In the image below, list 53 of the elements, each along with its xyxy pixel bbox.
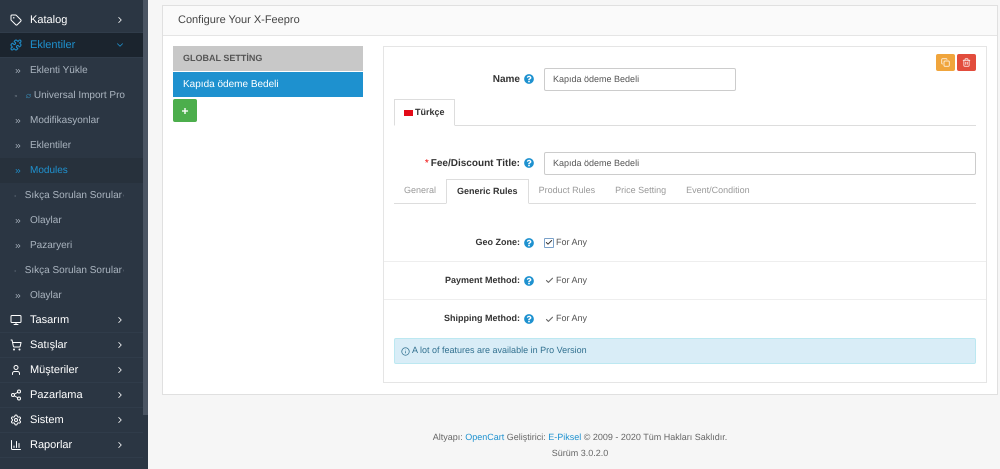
required-mark: * xyxy=(424,156,429,170)
flag-icon xyxy=(404,110,413,116)
help-icon xyxy=(524,314,534,324)
footer-link[interactable]: E-Piksel xyxy=(548,432,582,442)
language-tab[interactable]: Türkçe xyxy=(394,99,455,126)
tag-icon xyxy=(10,14,22,26)
menu-item[interactable]: Raporlar xyxy=(0,433,143,458)
puzzle-icon xyxy=(10,39,22,51)
menu-item[interactable]: Eklentiler xyxy=(0,33,143,58)
list-item[interactable]: Kapıda ödeme Bedeli xyxy=(173,72,363,97)
footer-text: Altyapı: OpenCart Geliştirici: E-Piksel © 2009 - 2020 Tüm Hakları Saklıdır. xyxy=(432,431,728,444)
help-icon xyxy=(524,158,534,168)
field-label: Fee/Discount Title: xyxy=(430,156,520,170)
field-label: Name xyxy=(492,72,520,86)
tab[interactable]: Generic Rules xyxy=(446,179,529,204)
menu-item[interactable]: Sistem xyxy=(0,408,143,433)
monitor-icon xyxy=(10,314,22,326)
bar-chart-icon xyxy=(10,439,22,451)
delete-button[interactable] xyxy=(957,54,976,71)
help-icon xyxy=(524,276,534,286)
checkbox-label: For Any xyxy=(556,236,588,249)
double-chevron-icon xyxy=(14,142,22,150)
settings-icon xyxy=(10,414,22,426)
footer-link[interactable]: OpenCart xyxy=(465,432,504,442)
submenu-item[interactable]: Modules xyxy=(0,158,143,183)
double-chevron-icon xyxy=(14,66,22,74)
tab[interactable]: General xyxy=(394,179,446,203)
help-icon xyxy=(524,74,534,84)
rule-label: Shipping Method: xyxy=(444,312,520,326)
user-icon xyxy=(10,364,22,376)
cart-icon xyxy=(10,339,22,351)
version-text: Sürüm 3.0.2.0 xyxy=(552,446,608,460)
scrollbar[interactable] xyxy=(143,0,148,415)
help-icon xyxy=(524,238,534,248)
title-field[interactable]: Kapıda ödeme Bedeli xyxy=(544,152,976,174)
name-field[interactable]: Kapıda ödeme Bedeli xyxy=(544,68,736,90)
double-chevron-icon xyxy=(14,116,22,124)
share-icon xyxy=(10,389,22,401)
checkbox-label: For Any xyxy=(556,312,588,326)
rule-label: Geo Zone: xyxy=(476,236,520,249)
copy-icon xyxy=(941,58,950,67)
double-chevron-icon xyxy=(14,292,22,300)
list-header: GLOBAL SETTİNG xyxy=(173,46,363,71)
alert-text: A lot of features are available in Pro Version xyxy=(412,344,587,358)
double-chevron-icon xyxy=(14,216,22,224)
double-chevron-icon xyxy=(14,166,22,174)
info-icon xyxy=(401,346,410,356)
rule-label: Payment Method: xyxy=(444,274,520,287)
checkbox[interactable] xyxy=(544,238,554,248)
double-chevron-icon xyxy=(14,242,22,250)
panel-title: Configure Your X-Feepro xyxy=(178,13,300,28)
checkbox-label: For Any xyxy=(556,274,588,287)
trash-icon xyxy=(962,58,971,67)
